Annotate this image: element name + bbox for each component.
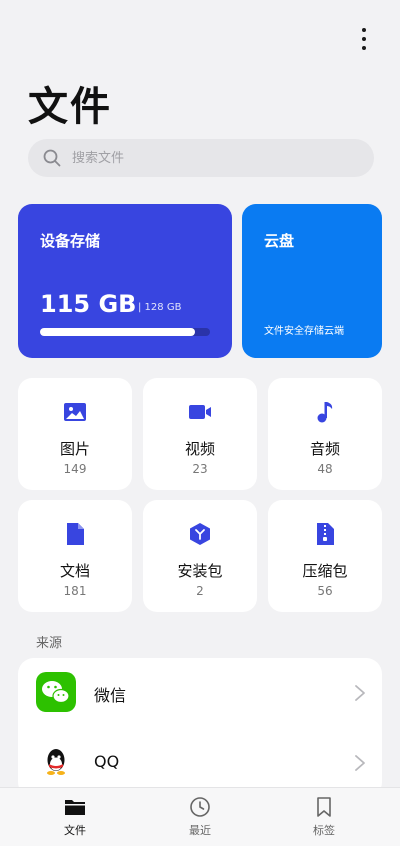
bookmark-icon — [317, 797, 331, 817]
storage-progress-bar — [40, 328, 210, 336]
search-bar[interactable] — [28, 139, 374, 177]
chevron-right-icon — [355, 755, 365, 771]
nav-label: 标签 — [313, 824, 335, 837]
category-archives[interactable]: 压缩包 56 — [268, 500, 382, 612]
category-count: 48 — [317, 462, 333, 476]
qq-logo — [36, 742, 76, 782]
image-icon — [64, 403, 86, 421]
search-input[interactable] — [70, 149, 334, 167]
clock-icon — [190, 797, 210, 817]
category-label: 安装包 — [177, 562, 223, 580]
nav-item-tags[interactable]: 标签 — [284, 796, 364, 838]
package-icon — [190, 523, 210, 545]
category-documents[interactable]: 文档 181 — [18, 500, 132, 612]
category-label: 图片 — [59, 440, 90, 458]
source-name: 微信 — [94, 686, 127, 705]
category-videos[interactable]: 视频 23 — [143, 378, 257, 490]
category-label: 压缩包 — [302, 562, 348, 580]
category-audio[interactable]: 音频 48 — [268, 378, 382, 490]
sources-section-label: 来源 — [36, 636, 63, 651]
more-options-button[interactable] — [356, 28, 372, 50]
category-count: 181 — [63, 584, 87, 598]
wechat-logo — [36, 672, 76, 712]
category-label: 视频 — [184, 440, 215, 458]
category-count: 2 — [196, 584, 204, 598]
cloud-title: 云盘 — [264, 232, 295, 250]
storage-used: 115 GB — [40, 290, 137, 318]
nav-label: 最近 — [189, 824, 211, 837]
cloud-subtitle: 文件安全存储云端 — [264, 326, 344, 337]
category-packages[interactable]: 安装包 2 — [143, 500, 257, 612]
nav-item-files[interactable]: 文件 — [35, 796, 115, 838]
cloud-drive-card[interactable]: 云盘 文件安全存储云端 — [242, 204, 382, 358]
search-icon — [43, 149, 61, 167]
category-label: 文档 — [59, 562, 90, 580]
source-name: QQ — [94, 752, 120, 771]
sources-list: 微信 QQ — [18, 658, 382, 798]
category-count: 149 — [63, 462, 87, 476]
bottom-nav: 文件 最近 标签 — [0, 787, 400, 846]
nav-label: 文件 — [64, 824, 86, 837]
music-note-icon — [317, 402, 333, 423]
storage-progress-fill — [40, 328, 195, 336]
category-label: 音频 — [309, 440, 340, 458]
source-item-wechat[interactable]: 微信 — [18, 658, 382, 728]
page-title: 文件 — [28, 84, 112, 130]
storage-title: 设备存储 — [40, 232, 101, 250]
device-storage-card[interactable]: 设备存储 115 GB | 128 GB — [18, 204, 232, 358]
document-icon — [67, 523, 84, 545]
category-count: 23 — [192, 462, 208, 476]
category-count: 56 — [317, 584, 333, 598]
category-images[interactable]: 图片 149 — [18, 378, 132, 490]
folder-icon — [65, 800, 85, 815]
more-vertical-icon — [362, 28, 366, 32]
archive-icon — [317, 523, 334, 545]
storage-total: | 128 GB — [138, 302, 182, 313]
nav-item-recent[interactable]: 最近 — [160, 796, 240, 838]
chevron-right-icon — [355, 685, 365, 701]
video-icon — [189, 405, 211, 419]
